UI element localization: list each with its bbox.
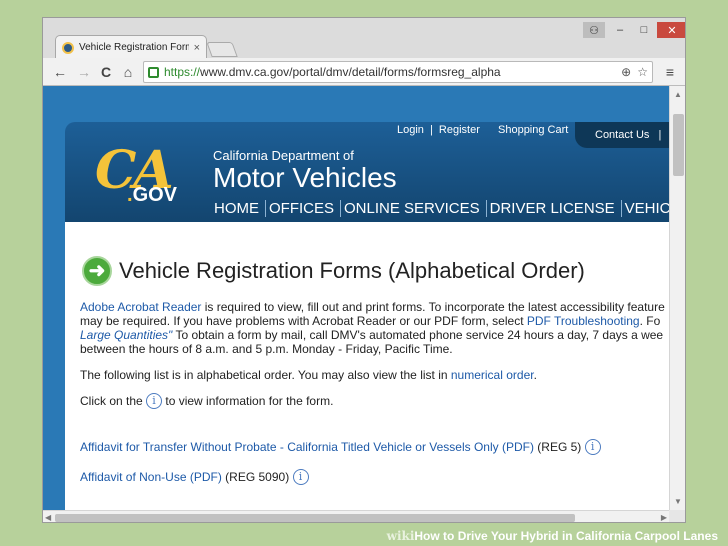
new-tab-button[interactable] [206,42,238,57]
intro-line-4: between the hours of 8 a.m. and 5 p.m. M… [80,342,453,356]
caption-rest: to Drive Your Hybrid in California Carpo… [439,529,718,543]
lock-icon [148,66,159,78]
form-link[interactable]: Affidavit of Non-Use (PDF) [80,470,222,484]
arrow-right-icon: ➜ [82,256,112,286]
scroll-left-icon[interactable]: ◀ [45,513,51,522]
top-nav: Login | Register [397,124,480,136]
shopping-cart-link[interactable]: Shopping Cart [498,124,568,136]
main-nav: HOME OFFICES ONLINE SERVICES DRIVER LICE… [211,200,669,217]
home-icon[interactable]: ⌂ [119,62,137,82]
intro-line-3: Large Quantities" To obtain a form by ma… [80,328,669,342]
reload-icon[interactable]: C [97,62,115,82]
contact-tab: Contact Us | [575,122,669,148]
address-bar[interactable]: https:// www.dmv.ca.gov/portal/dmv/detai… [143,61,653,83]
form-code: (REG 5090) [221,470,290,484]
page-viewport: Login | Register Shopping Cart Contact U… [43,86,669,510]
register-link[interactable]: Register [439,124,480,136]
zoom-icon[interactable]: ⊕ [621,65,631,79]
caption-bar: wikiHow to Drive Your Hybrid in Californ… [0,528,728,546]
intro-text: may be required. If you have problems wi… [80,314,527,328]
nav-home[interactable]: HOME [211,200,266,217]
info-icon[interactable]: i [584,439,601,455]
intro-text: To obtain a form by mail, call DMV's aut… [172,328,664,342]
minimize-button[interactable]: – [609,22,631,38]
intro-text: is required to view, fill out and print … [201,300,665,314]
logo-gov: GOV [132,184,178,206]
form-row: Affidavit of Non-Use (PDF) (REG 5090) i [80,468,669,488]
order-text: The following list is in alphabetical or… [80,368,451,382]
user-icon[interactable]: ⚇ [583,22,605,38]
tab-title: Vehicle Registration Form [79,42,189,53]
tab-close-icon[interactable]: × [194,42,200,54]
forward-icon[interactable]: → [75,62,93,82]
contact-us-link[interactable]: Contact Us [595,129,649,141]
info-instruction: Click on the i to view information for t… [80,392,669,412]
dept-name: California Department of [213,148,354,163]
site-title: Motor Vehicles [213,162,397,193]
caption-how: How [414,529,440,543]
horizontal-scroll-thumb[interactable] [55,514,575,522]
vertical-scrollbar[interactable]: ▲ ▼ [669,86,685,510]
menu-icon[interactable]: ≡ [661,62,679,82]
back-icon[interactable]: ← [51,62,69,82]
form-code: (REG 5) [533,440,582,454]
url-path: www.dmv.ca.gov/portal/dmv/detail/forms/f… [200,65,501,79]
page-content: ➜ Vehicle Registration Forms (Alphabetic… [65,222,669,510]
login-link[interactable]: Login [397,124,424,136]
intro-line-2: may be required. If you have problems wi… [80,314,669,328]
scrollbar-corner [669,510,685,522]
order-note: The following list is in alphabetical or… [80,368,669,382]
order-text: . [533,368,537,382]
large-quantities-link[interactable]: Large Quantities" [80,328,172,342]
nav-separator: | [429,124,433,136]
scroll-up-icon[interactable]: ▲ [674,90,682,99]
pdf-troubleshooting-link[interactable]: PDF Troubleshooting [527,314,640,328]
intro-text: . Fo [639,314,661,328]
url-scheme: https:// [164,65,201,79]
maximize-button[interactable]: □ [633,22,655,38]
wiki-logo: wiki [386,529,415,543]
form-row: Affidavit for Transfer Without Probate -… [80,438,669,458]
gov-logo-text: .GOV [127,184,177,207]
info-icon: i [146,393,163,409]
scroll-right-icon[interactable]: ▶ [661,513,667,522]
scroll-down-icon[interactable]: ▼ [674,497,682,506]
instruction-text: Click on the [80,394,147,408]
numerical-order-link[interactable]: numerical order [451,368,534,382]
instruction-text: to view information for the form. [162,394,334,408]
favicon-icon [62,41,74,54]
page-title: Vehicle Registration Forms (Alphabetical… [119,258,585,283]
browser-window: Vehicle Registration Form × ⚇ – □ ✕ ← → … [42,17,686,523]
tab-bar: Vehicle Registration Form × ⚇ – □ ✕ [43,18,685,59]
horizontal-scrollbar[interactable]: ◀ ▶ [43,510,669,522]
nav-online-services[interactable]: ONLINE SERVICES [341,200,487,217]
nav-vehicle[interactable]: VEHIC [622,200,669,217]
contact-separator: | [658,129,662,141]
info-icon[interactable]: i [292,469,309,485]
nav-driver-license[interactable]: DRIVER LICENSE [487,200,622,217]
nav-offices[interactable]: OFFICES [266,200,342,217]
dmv-header: Login | Register Shopping Cart Contact U… [65,122,669,222]
star-icon[interactable]: ☆ [637,65,648,79]
intro-line-1: Adobe Acrobat Reader is required to view… [80,300,669,314]
close-window-button[interactable]: ✕ [657,22,685,38]
browser-toolbar: ← → C ⌂ https:// www.dmv.ca.gov/portal/d… [43,58,685,86]
form-link[interactable]: Affidavit for Transfer Without Probate -… [80,440,534,454]
acrobat-link[interactable]: Adobe Acrobat Reader [80,300,201,314]
caption-text: wikiHow to Drive Your Hybrid in Californ… [387,529,718,543]
browser-tab[interactable]: Vehicle Registration Form × [55,35,207,59]
vertical-scroll-thumb[interactable] [673,114,684,176]
